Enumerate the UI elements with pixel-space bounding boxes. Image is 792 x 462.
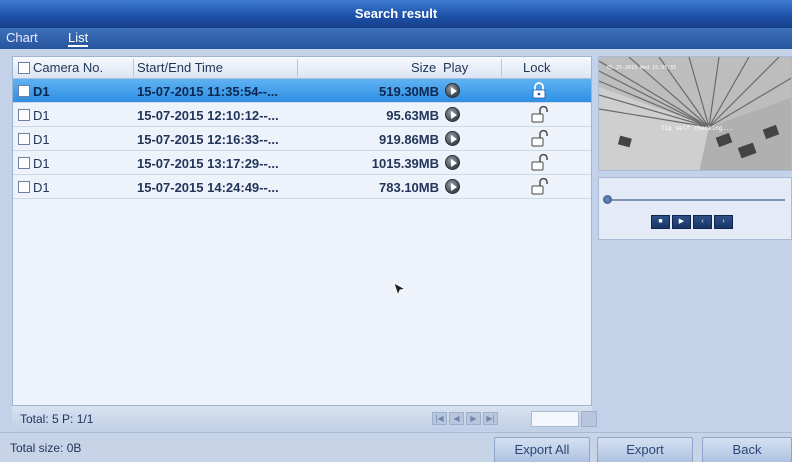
row-checkbox[interactable] [18,133,30,145]
column-header-time[interactable]: Start/End Time [137,60,223,75]
fast-forward-button[interactable]: › [714,215,733,229]
camera-cell: D1 [33,132,50,147]
play-button[interactable]: ▶ [672,215,691,229]
row-checkbox[interactable] [18,181,30,193]
page-number-input[interactable] [531,411,579,427]
row-checkbox[interactable] [18,157,30,169]
lock-closed-icon[interactable] [530,82,548,99]
time-cell: 15-07-2015 12:10:12--... [137,108,279,123]
table-row[interactable]: D1 15-07-2015 12:10:12--... 95.63MB [13,103,591,127]
time-cell: 15-07-2015 13:17:29--... [137,156,279,171]
column-header-play: Play [443,60,469,75]
column-divider [501,59,502,77]
size-cell: 95.63MB [386,108,439,123]
row-checkbox[interactable] [18,85,30,97]
export-button[interactable]: Export [597,437,693,462]
prev-page-button[interactable]: ◀ [449,412,464,425]
bottom-bar: Total size: 0B Export All Export Back [0,432,792,462]
camera-cell: D1 [33,108,50,123]
stop-button[interactable]: ■ [651,215,670,229]
time-cell: 15-07-2015 11:35:54--... [137,84,278,99]
camera-cell: D1 [33,156,50,171]
column-header-lock: Lock [523,60,551,75]
video-preview: 05-25-2015 Wed 15:55:55 Tip self checkin… [598,56,792,171]
playback-slider-track[interactable] [607,199,785,201]
column-divider [297,59,298,77]
table-row[interactable]: D1 15-07-2015 14:24:49--... 783.10MB [13,175,591,199]
preview-timestamp: 05-25-2015 Wed 15:55:55 [607,65,677,71]
select-all-checkbox[interactable] [18,62,30,74]
table-row[interactable]: D1 15-07-2015 12:16:33--... 919.86MB [13,127,591,151]
tab-bar: Chart List [0,28,792,49]
last-page-button[interactable]: ▶| [483,412,498,425]
preview-image [599,57,791,170]
total-size-label: Total size: 0B [10,441,82,455]
column-divider [133,59,134,77]
camera-cell: D1 [33,84,50,99]
lock-open-icon[interactable] [530,154,548,171]
back-button[interactable]: Back [702,437,792,462]
play-icon[interactable] [445,179,460,194]
play-icon[interactable] [445,155,460,170]
lock-open-icon[interactable] [530,130,548,147]
table-row[interactable]: D1 15-07-2015 11:35:54--... 519.30MB [13,79,591,103]
mouse-cursor-icon [393,282,407,296]
play-icon[interactable] [445,131,460,146]
camera-cell: D1 [33,180,50,195]
first-page-button[interactable]: |◀ [432,412,447,425]
size-cell: 783.10MB [379,180,439,195]
next-page-button[interactable]: ▶ [466,412,481,425]
playback-slider-knob[interactable] [603,195,612,204]
play-icon[interactable] [445,83,460,98]
row-checkbox[interactable] [18,109,30,121]
size-cell: 519.30MB [379,84,439,99]
list-footer: Total: 5 P: 1/1 |◀ ◀ ▶ ▶| [12,405,597,431]
table-header: Camera No. Start/End Time Size Play Lock [13,57,591,79]
tab-chart[interactable]: Chart [6,30,38,45]
time-cell: 15-07-2015 12:16:33--... [137,132,279,147]
tab-list[interactable]: List [68,30,89,47]
search-results-list: Camera No. Start/End Time Size Play Lock… [12,56,592,431]
time-cell: 15-07-2015 14:24:49--... [137,180,279,195]
lock-open-icon[interactable] [530,178,548,195]
column-header-size[interactable]: Size [411,60,436,75]
size-cell: 919.86MB [379,132,439,147]
preview-message: Tip self checking... [661,125,734,132]
playback-controls: ■ ▶ ‹ › [598,177,792,240]
column-header-camera[interactable]: Camera No. [33,60,103,75]
go-page-button[interactable] [581,411,597,427]
total-pages-label: Total: 5 P: 1/1 [20,412,94,426]
export-all-button[interactable]: Export All [494,437,590,462]
size-cell: 1015.39MB [371,156,439,171]
table-row[interactable]: D1 15-07-2015 13:17:29--... 1015.39MB [13,151,591,175]
lock-open-icon[interactable] [530,106,548,123]
slow-button[interactable]: ‹ [693,215,712,229]
play-icon[interactable] [445,107,460,122]
window-title: Search result [0,0,792,28]
